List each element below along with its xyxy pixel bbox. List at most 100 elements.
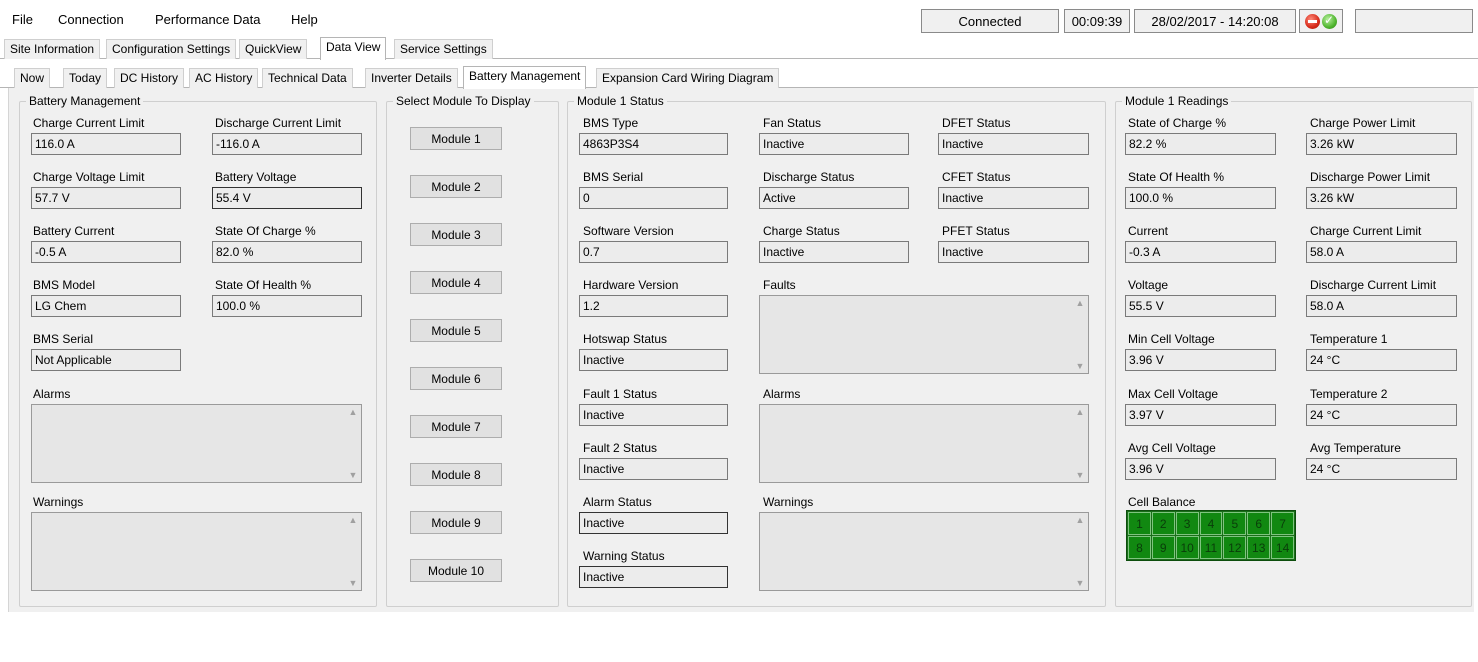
label-warning-status: Warning Status [583, 549, 665, 563]
module-1-button[interactable]: Module 1 [410, 127, 502, 150]
field-state-of-health: 100.0 % [212, 295, 362, 317]
module-4-button[interactable]: Module 4 [410, 271, 502, 294]
cell-12: 12 [1223, 536, 1247, 559]
cell-5: 5 [1223, 512, 1247, 535]
module-8-button[interactable]: Module 8 [410, 463, 502, 486]
module-3-button[interactable]: Module 3 [410, 223, 502, 246]
label-discharge-power-limit: Discharge Power Limit [1310, 170, 1431, 184]
label-module-bms-serial: BMS Serial [583, 170, 644, 184]
module-9-button[interactable]: Module 9 [410, 511, 502, 534]
cell-6: 6 [1247, 512, 1271, 535]
tab-site-information[interactable]: Site Information [4, 39, 101, 59]
label-module-charge-current-limit: Charge Current Limit [1310, 224, 1422, 238]
field-avg-temperature: 24 °C [1306, 458, 1457, 480]
label-cell-balance: Cell Balance [1128, 495, 1196, 509]
field-pfet-status: Inactive [938, 241, 1089, 263]
tab-inverter-details[interactable]: Inverter Details [365, 68, 458, 88]
label-module-soh: State Of Health % [1128, 170, 1225, 184]
tab-quickview[interactable]: QuickView [239, 39, 308, 59]
label-battery-voltage: Battery Voltage [215, 170, 297, 184]
status-area [8, 612, 1474, 662]
label-bms-type: BMS Type [583, 116, 639, 130]
field-discharge-status: Active [759, 187, 909, 209]
field-discharge-current-limit: -116.0 A [212, 133, 362, 155]
label-bms-serial: BMS Serial [33, 332, 94, 346]
tab-configuration-settings[interactable]: Configuration Settings [106, 39, 237, 59]
field-hardware-version: 1.2 [579, 295, 728, 317]
memo-warnings[interactable]: ▲ ▼ [31, 512, 362, 591]
scroll-down-icon[interactable]: ▼ [1074, 361, 1086, 371]
scroll-up-icon[interactable]: ▲ [1074, 298, 1086, 308]
menu-help[interactable]: Help [291, 12, 318, 27]
sub-tabstrip: Now Today DC History AC History Technica… [0, 66, 1478, 89]
tab-expansion-card-wiring-diagram[interactable]: Expansion Card Wiring Diagram [596, 68, 780, 88]
tab-dc-history[interactable]: DC History [114, 68, 185, 88]
module-6-button[interactable]: Module 6 [410, 367, 502, 390]
cell-9: 9 [1151, 536, 1175, 559]
field-module-bms-serial: 0 [579, 187, 728, 209]
memo-faults[interactable]: ▲ ▼ [759, 295, 1089, 374]
group-title-select-module: Select Module To Display [393, 94, 534, 108]
scroll-up-icon[interactable]: ▲ [1074, 515, 1086, 525]
menu-performance-data[interactable]: Performance Data [155, 12, 261, 27]
stop-icon[interactable] [1305, 13, 1320, 29]
scroll-up-icon[interactable]: ▲ [347, 407, 359, 417]
memo-alarms[interactable]: ▲ ▼ [31, 404, 362, 483]
label-fan-status: Fan Status [763, 116, 822, 130]
label-alarms: Alarms [33, 387, 71, 401]
field-fault-1-status: Inactive [579, 404, 728, 426]
label-warnings: Warnings [33, 495, 84, 509]
field-battery-current: -0.5 A [31, 241, 181, 263]
scroll-down-icon[interactable]: ▼ [1074, 470, 1086, 480]
date-time: 28/02/2017 - 14:20:08 [1134, 9, 1296, 33]
memo-module-alarms[interactable]: ▲ ▼ [759, 404, 1089, 483]
cell-10: 10 [1175, 536, 1199, 559]
scroll-up-icon[interactable]: ▲ [347, 515, 359, 525]
label-module-warnings: Warnings [763, 495, 814, 509]
scroll-down-icon[interactable]: ▼ [1074, 578, 1086, 588]
label-battery-current: Battery Current [33, 224, 115, 238]
group-title-module-status: Module 1 Status [574, 94, 667, 108]
tab-service-settings[interactable]: Service Settings [394, 39, 493, 59]
field-charge-status: Inactive [759, 241, 909, 263]
field-fan-status: Inactive [759, 133, 909, 155]
status-extra-box [1355, 9, 1473, 33]
tab-today[interactable]: Today [63, 68, 108, 88]
module-2-button[interactable]: Module 2 [410, 175, 502, 198]
field-cfet-status: Inactive [938, 187, 1089, 209]
label-charge-voltage-limit: Charge Voltage Limit [33, 170, 145, 184]
ok-icon[interactable] [1322, 13, 1337, 29]
menu-file[interactable]: File [12, 12, 33, 27]
field-charge-current-limit: 116.0 A [31, 133, 181, 155]
memo-module-warnings[interactable]: ▲ ▼ [759, 512, 1089, 591]
scroll-down-icon[interactable]: ▼ [347, 470, 359, 480]
scroll-up-icon[interactable]: ▲ [1074, 407, 1086, 417]
label-avg-temperature: Avg Temperature [1310, 441, 1401, 455]
field-temperature-2: 24 °C [1306, 404, 1457, 426]
label-hardware-version: Hardware Version [583, 278, 679, 292]
tab-data-view[interactable]: Data View [320, 37, 387, 60]
label-alarm-status: Alarm Status [583, 495, 652, 509]
tab-ac-history[interactable]: AC History [189, 68, 259, 88]
menu-bar: File Connection Performance Data Help Co… [0, 0, 1478, 38]
label-charge-current-limit: Charge Current Limit [33, 116, 145, 130]
label-module-soc: State of Charge % [1128, 116, 1227, 130]
cell-8: 8 [1128, 536, 1151, 559]
label-software-version: Software Version [583, 224, 674, 238]
module-7-button[interactable]: Module 7 [410, 415, 502, 438]
cell-1: 1 [1128, 512, 1151, 535]
menu-connection[interactable]: Connection [58, 12, 124, 27]
field-software-version: 0.7 [579, 241, 728, 263]
connection-status: Connected [921, 9, 1059, 33]
label-module-alarms: Alarms [763, 387, 801, 401]
tab-technical-data[interactable]: Technical Data [262, 68, 353, 88]
scroll-down-icon[interactable]: ▼ [347, 578, 359, 588]
tab-now[interactable]: Now [14, 68, 51, 88]
label-min-cell-voltage: Min Cell Voltage [1128, 332, 1215, 346]
module-10-button[interactable]: Module 10 [410, 559, 502, 582]
label-temperature-1: Temperature 1 [1310, 332, 1388, 346]
module-5-button[interactable]: Module 5 [410, 319, 502, 342]
field-warning-status: Inactive [579, 566, 728, 588]
tab-battery-management[interactable]: Battery Management [463, 66, 587, 89]
label-module-discharge-current-limit: Discharge Current Limit [1310, 278, 1437, 292]
